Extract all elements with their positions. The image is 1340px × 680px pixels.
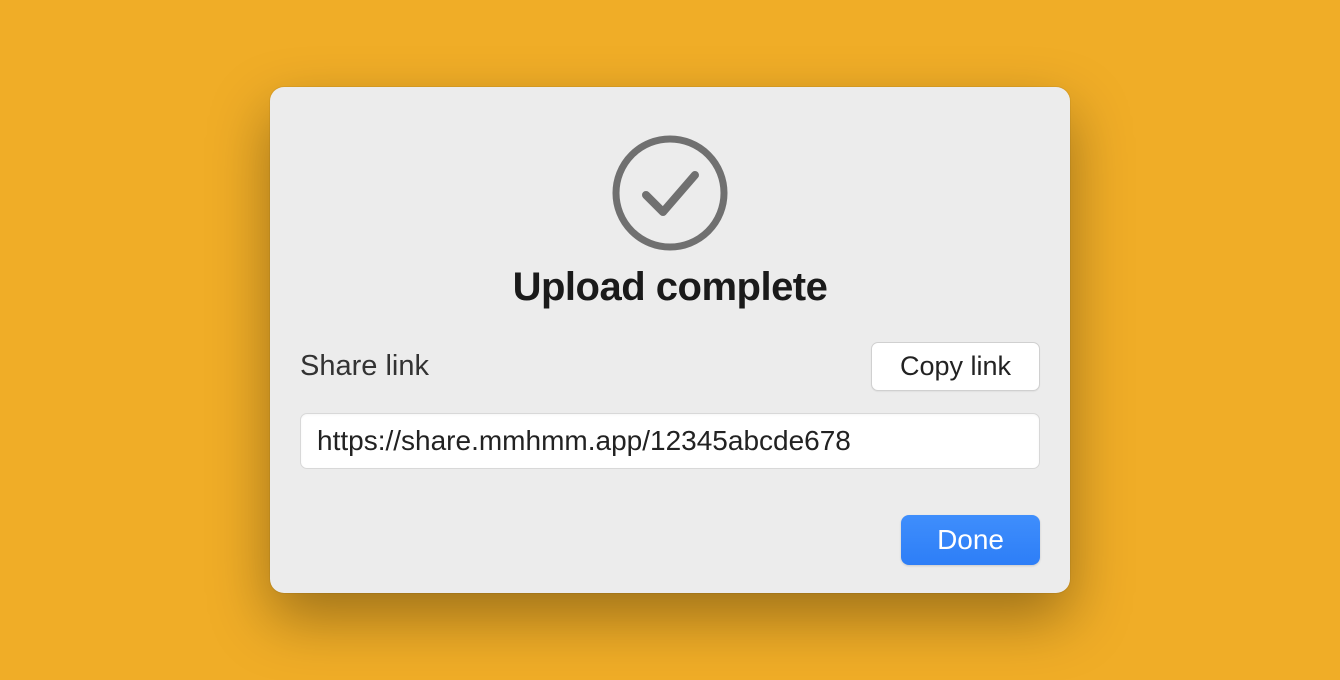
share-link-row: Share link Copy link (300, 342, 1040, 391)
checkmark-circle-icon (610, 133, 730, 253)
share-link-label: Share link (300, 350, 429, 383)
upload-complete-dialog: Upload complete Share link Copy link Don… (270, 87, 1070, 593)
dialog-title: Upload complete (300, 265, 1040, 310)
done-button[interactable]: Done (901, 515, 1040, 565)
dialog-footer: Done (300, 515, 1040, 565)
share-link-input[interactable] (300, 413, 1040, 469)
copy-link-button[interactable]: Copy link (871, 342, 1040, 391)
